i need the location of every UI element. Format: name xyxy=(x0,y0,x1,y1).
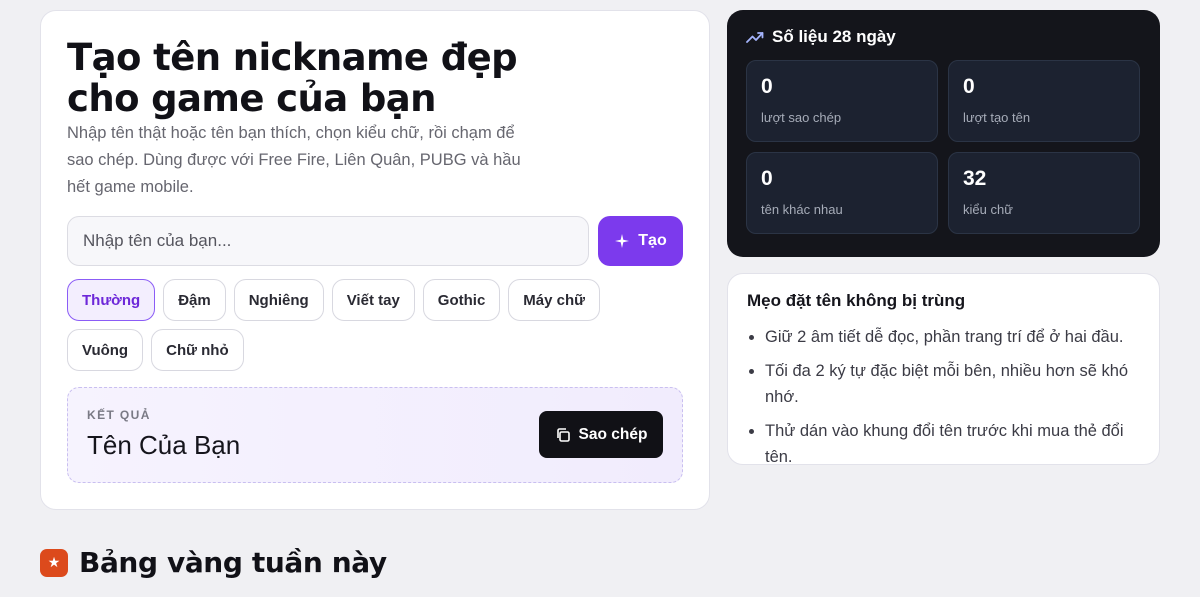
style-chip[interactable]: Chữ nhỏ xyxy=(151,329,244,371)
style-chip[interactable]: Đậm xyxy=(163,279,226,321)
stat-value: 32 xyxy=(963,167,987,190)
stat-value: 0 xyxy=(963,75,975,98)
stat-unique-names: 0 tên khác nhau xyxy=(746,152,938,234)
stat-label: tên khác nhau xyxy=(761,202,843,217)
sparkle-icon xyxy=(615,234,630,248)
create-button[interactable]: Tạo xyxy=(598,216,683,266)
style-chip[interactable]: Nghiêng xyxy=(233,279,324,321)
stat-label: kiểu chữ xyxy=(963,202,1013,217)
tips-list: Giữ 2 âm tiết dễ đọc, phần trang trí để … xyxy=(747,324,1140,470)
tip-item: Tối đa 2 ký tự đặc biệt mỗi bên, nhiều h… xyxy=(765,358,1140,410)
style-chips: Thường Đậm Nghiêng Viết tay Gothic Máy c… xyxy=(67,279,667,371)
stat-label: lượt sao chép xyxy=(761,110,842,125)
stat-generations: 0 lượt tạo tên xyxy=(948,60,1140,142)
tip-item: Giữ 2 âm tiết dễ đọc, phần trang trí để … xyxy=(765,324,1140,350)
style-chip[interactable]: Vuông xyxy=(67,329,144,371)
stat-copies: 0 lượt sao chép xyxy=(746,60,938,142)
generator-card: Tạo tên nickname đẹp cho game của bạn Nh… xyxy=(40,10,710,510)
copy-icon xyxy=(556,427,570,442)
style-chip[interactable]: Gothic xyxy=(422,279,501,321)
input-row: Tạo xyxy=(67,216,683,266)
style-chip[interactable]: Máy chữ xyxy=(508,279,601,321)
copy-button[interactable]: Sao chép xyxy=(539,411,663,458)
name-input[interactable] xyxy=(67,216,589,266)
stat-value: 0 xyxy=(761,75,773,98)
stat-value: 0 xyxy=(761,167,773,190)
create-button-label: Tạo xyxy=(638,232,667,249)
trending-up-icon xyxy=(746,32,764,43)
stats-grid: 0 lượt sao chép 0 lượt tạo tên 0 tên khá… xyxy=(746,60,1141,234)
stats-header: Số liệu 28 ngày xyxy=(746,27,1141,47)
page-title: Tạo tên nickname đẹp cho game của bạn xyxy=(67,36,518,120)
tips-title: Mẹo đặt tên không bị trùng xyxy=(747,291,966,310)
result-box: KẾT QUẢ Tên Của Bạn Sao chép xyxy=(67,387,683,483)
stat-font-styles: 32 kiểu chữ xyxy=(948,152,1140,234)
style-chip[interactable]: Viết tay xyxy=(331,279,415,321)
copy-button-label: Sao chép xyxy=(578,425,648,443)
leaderboard-header: ★ Bảng vàng tuần này xyxy=(40,546,387,579)
stats-title: Số liệu 28 ngày xyxy=(772,27,896,46)
tip-item: Thử dán vào khung đổi tên trước khi mua … xyxy=(765,418,1140,470)
page-description: Nhập tên thật hoặc tên bạn thích, chọn k… xyxy=(67,124,521,196)
leaderboard-title: Bảng vàng tuần này xyxy=(79,546,387,579)
style-chip[interactable]: Thường xyxy=(67,279,156,321)
stats-card: Số liệu 28 ngày 0 lượt sao chép 0 lượt t… xyxy=(727,10,1160,257)
tips-card: Mẹo đặt tên không bị trùng Giữ 2 âm tiết… xyxy=(727,273,1160,466)
stat-label: lượt tạo tên xyxy=(963,110,1031,125)
star-icon: ★ xyxy=(40,548,68,577)
